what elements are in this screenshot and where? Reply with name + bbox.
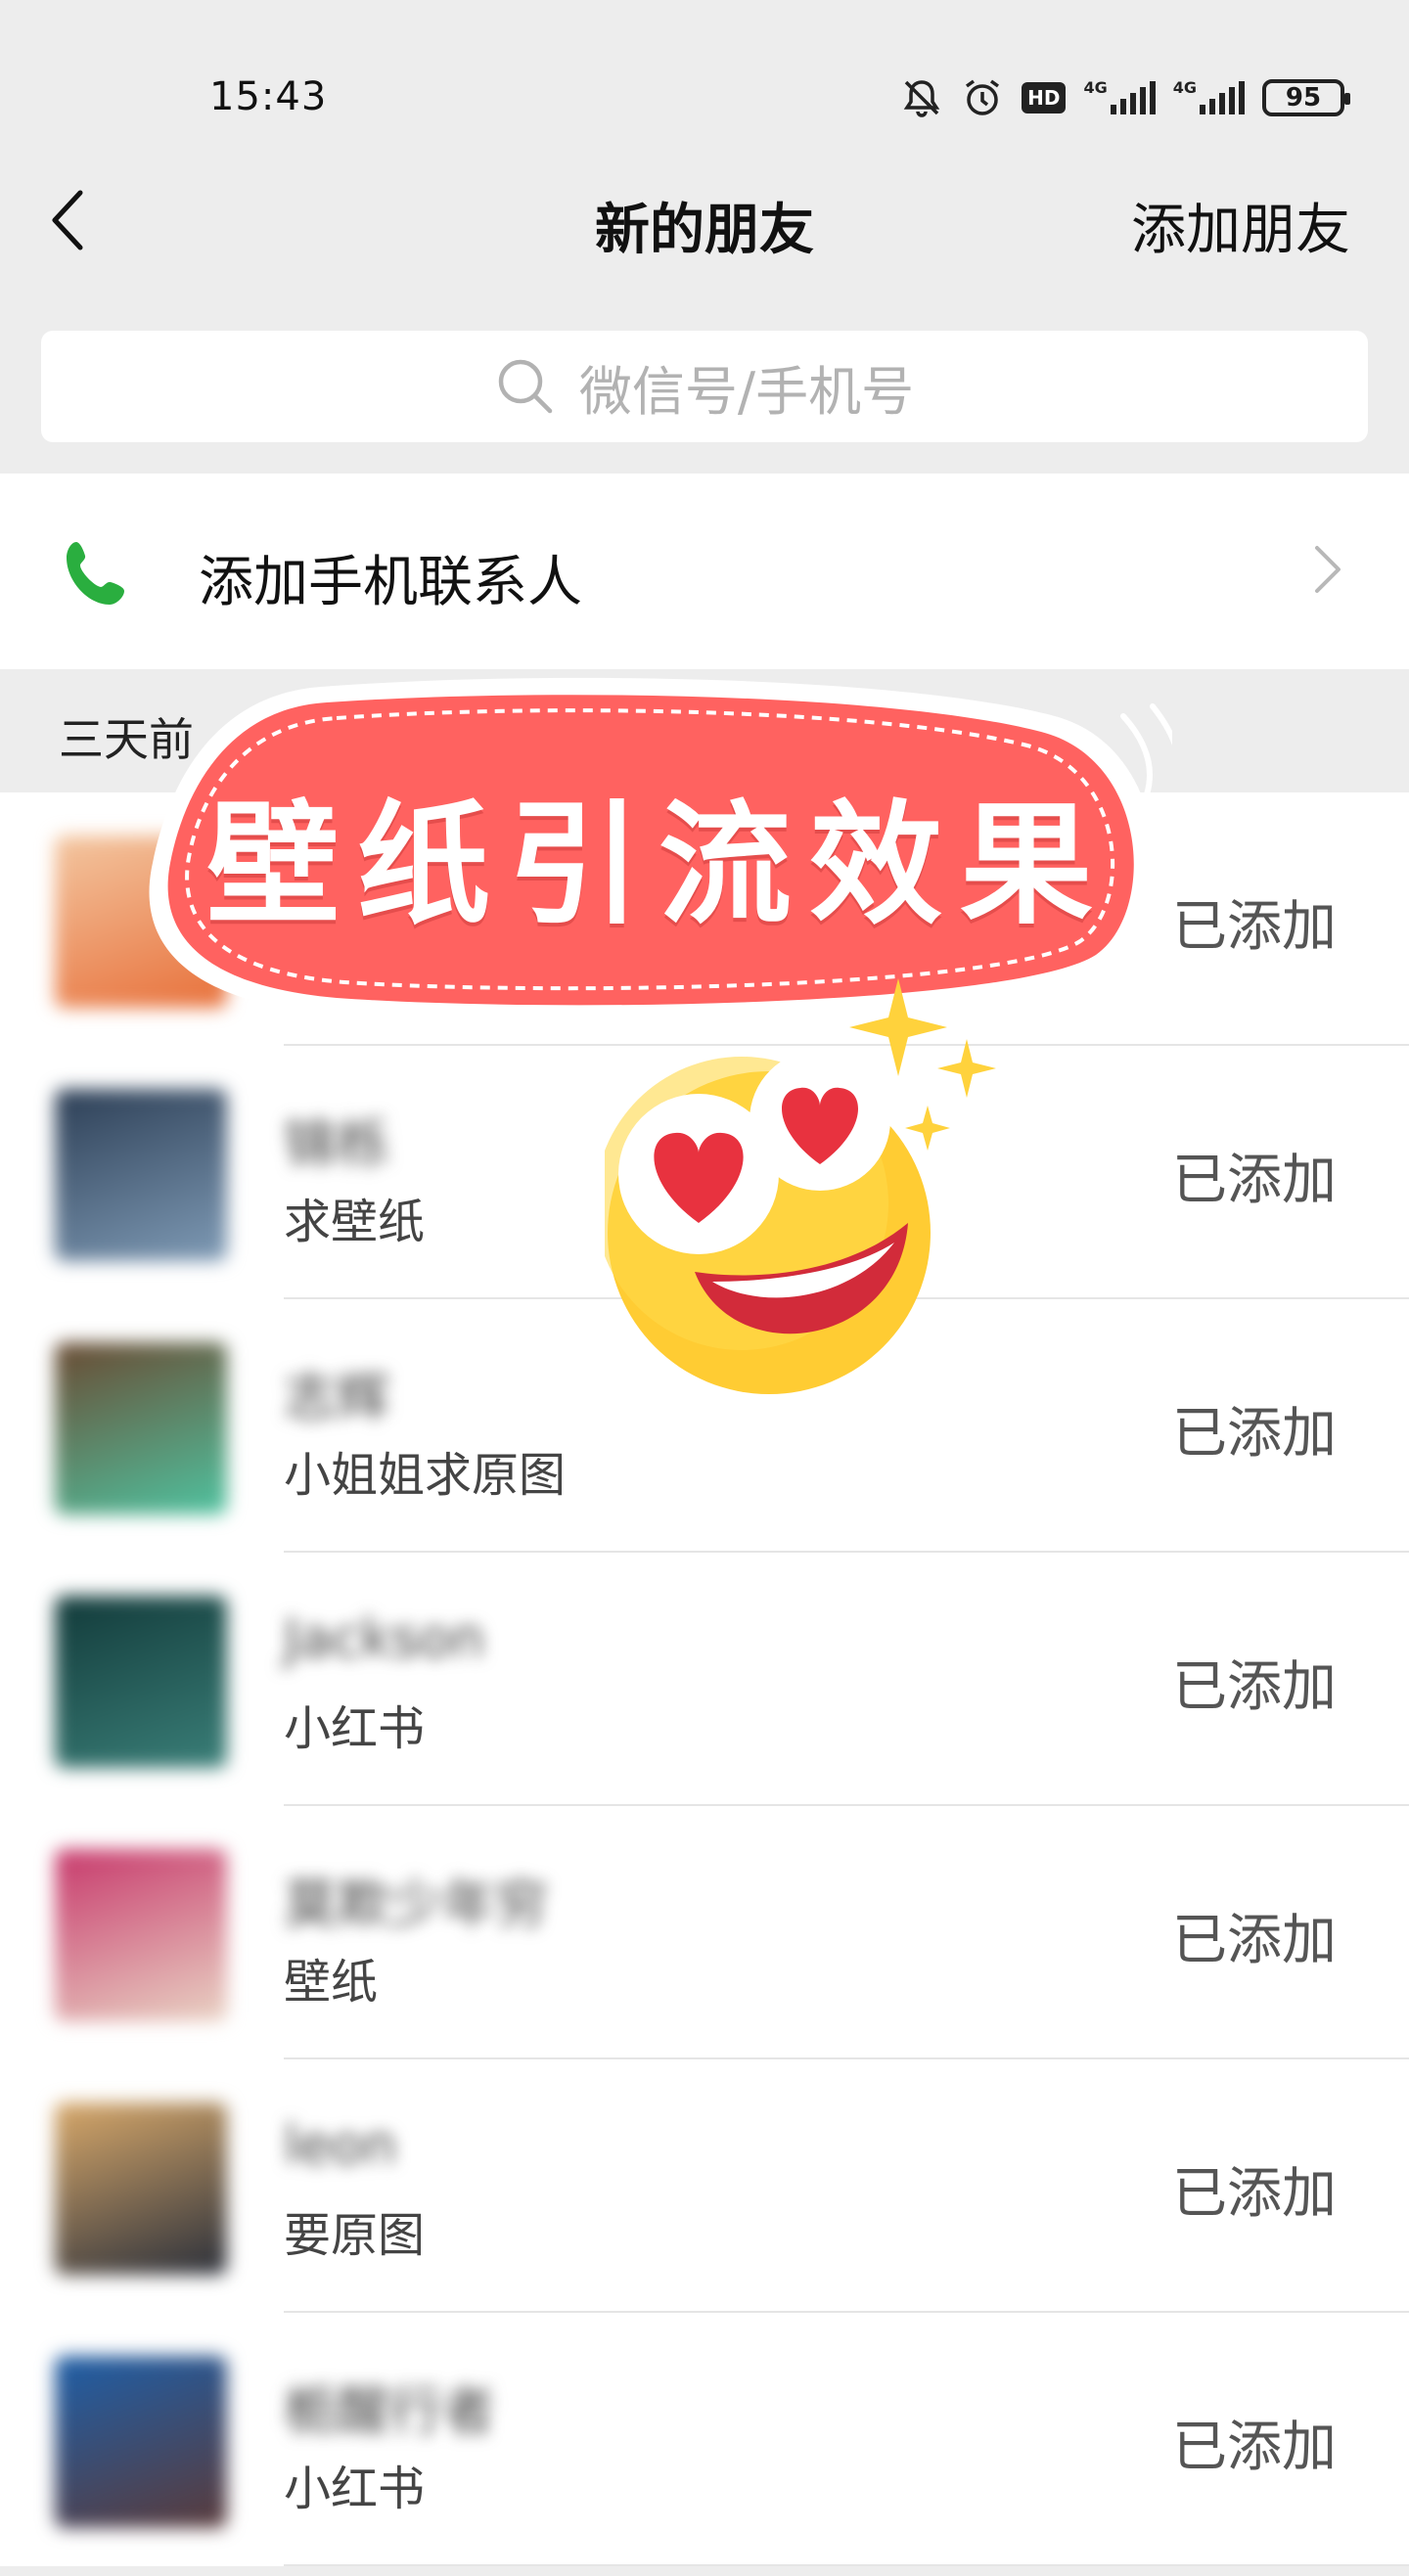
avatar[interactable] — [55, 2356, 227, 2528]
network-label: 4G — [1083, 78, 1108, 97]
add-phone-contacts-label: 添加手机联系人 — [199, 551, 582, 614]
friend-request-note: 求壁纸 — [284, 1195, 426, 1249]
avatar[interactable] — [55, 1596, 227, 1768]
status-time: 15:43 — [209, 74, 328, 119]
signal-4g-icon: 4G — [1173, 78, 1245, 117]
promo-banner: 壁纸引流效果 — [145, 677, 1172, 1029]
added-status-label: 已添加 — [1172, 895, 1337, 959]
friend-request-note: 要原图 — [284, 2208, 426, 2263]
avatar[interactable] — [55, 1849, 227, 2021]
avatar[interactable] — [55, 1342, 227, 1514]
status-bar: 15:43 HD 4G 4G 95 — [0, 0, 1409, 166]
friend-name: 志辉 — [284, 1367, 389, 1428]
status-icons: HD 4G 4G 95 — [900, 76, 1350, 119]
hd-icon: HD — [1022, 82, 1067, 113]
friend-name: leon — [284, 2114, 397, 2176]
chevron-right-icon — [1311, 542, 1344, 601]
friend-list-item[interactable]: 栀醒行者小红书 已添加 — [0, 2313, 1409, 2566]
friend-request-note: 壁纸 — [284, 1955, 379, 2010]
heart-eyes-emoji-icon — [595, 978, 1016, 1409]
added-status-label: 已添加 — [1172, 1655, 1337, 1719]
friend-request-note: 小姐姐求原图 — [284, 1448, 567, 1503]
battery-icon: 95 — [1262, 79, 1350, 116]
friend-name: 莫欺少年穷 — [284, 1874, 548, 1935]
friend-request-note: 小红书 — [284, 1701, 426, 1756]
banner-text: 壁纸引流效果 — [206, 788, 1111, 943]
friend-list-item[interactable]: leon 要原图 已添加 — [0, 2059, 1409, 2313]
added-status-label: 已添加 — [1172, 1149, 1337, 1212]
mute-bell-icon — [900, 76, 943, 119]
added-status-label: 已添加 — [1172, 2416, 1337, 2479]
signal-4g-icon: 4G — [1083, 78, 1156, 117]
friend-request-note: 小红书 — [284, 2462, 426, 2516]
avatar[interactable] — [55, 1089, 227, 1261]
added-status-label: 已添加 — [1172, 2162, 1337, 2226]
friend-list-item[interactable]: 莫欺少年穷壁纸 已添加 — [0, 1806, 1409, 2059]
friend-name: Jackson — [284, 1607, 485, 1669]
added-status-label: 已添加 — [1172, 1402, 1337, 1466]
battery-level: 95 — [1285, 83, 1322, 113]
network-label: 4G — [1172, 78, 1197, 97]
divider — [284, 2564, 1409, 2566]
nav-bar: 新的朋友 添加朋友 — [0, 166, 1409, 274]
phone-icon — [59, 536, 135, 616]
alarm-icon — [961, 76, 1004, 119]
search-input[interactable]: 微信号/手机号 — [41, 331, 1368, 442]
friend-name: 锦栎 — [284, 1113, 389, 1175]
add-friend-button[interactable]: 添加朋友 — [1131, 186, 1350, 265]
add-phone-contacts-row[interactable]: 添加手机联系人 — [0, 474, 1409, 669]
friend-list-item[interactable]: Jackson 小红书 已添加 — [0, 1553, 1409, 1806]
avatar[interactable] — [55, 2102, 227, 2275]
search-placeholder: 微信号/手机号 — [578, 360, 915, 423]
friend-name: 栀醒行者 — [284, 2380, 495, 2442]
added-status-label: 已添加 — [1172, 1909, 1337, 1972]
search-icon — [498, 359, 553, 414]
